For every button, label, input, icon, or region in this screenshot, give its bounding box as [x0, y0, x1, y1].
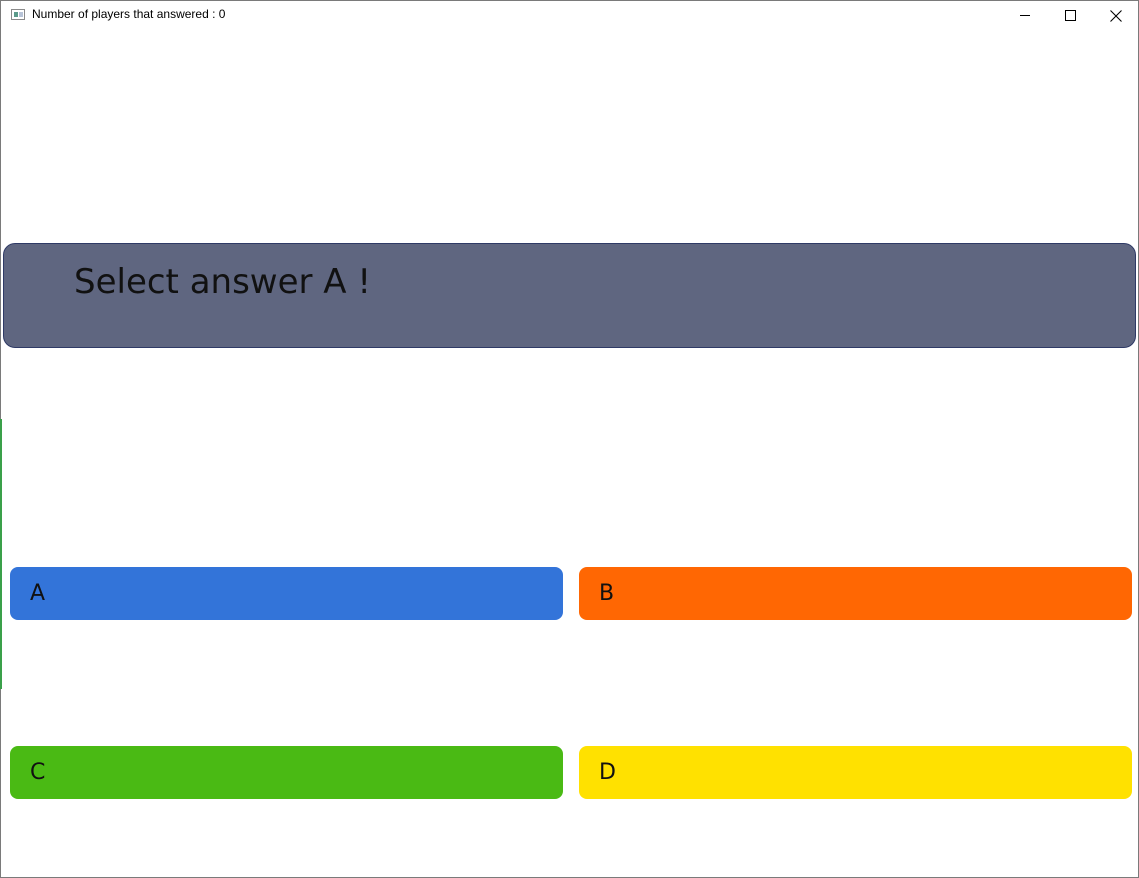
window-title: Number of players that answered : 0 — [32, 7, 226, 21]
close-button[interactable] — [1093, 1, 1138, 30]
answer-b-button[interactable]: B — [579, 567, 1132, 620]
minimize-icon — [1020, 10, 1031, 21]
question-text: Select answer A ! — [74, 262, 372, 302]
maximize-button[interactable] — [1048, 1, 1093, 30]
app-window: Number of players that answered : 0 Sele… — [0, 0, 1139, 878]
answer-d-label: D — [599, 760, 616, 785]
answer-b-label: B — [599, 581, 615, 606]
answer-c-button[interactable]: C — [10, 746, 563, 799]
close-icon — [1109, 9, 1122, 22]
answer-a-button[interactable]: A — [10, 567, 563, 620]
answer-a-label: A — [30, 581, 46, 606]
app-icon — [11, 9, 25, 20]
question-panel: Select answer A ! — [3, 243, 1136, 348]
answer-d-button[interactable]: D — [579, 746, 1132, 799]
minimize-button[interactable] — [1003, 1, 1048, 30]
answer-c-label: C — [30, 760, 46, 785]
background-window-edge — [0, 419, 2, 689]
title-bar[interactable]: Number of players that answered : 0 — [1, 1, 1138, 30]
maximize-icon — [1065, 10, 1076, 21]
